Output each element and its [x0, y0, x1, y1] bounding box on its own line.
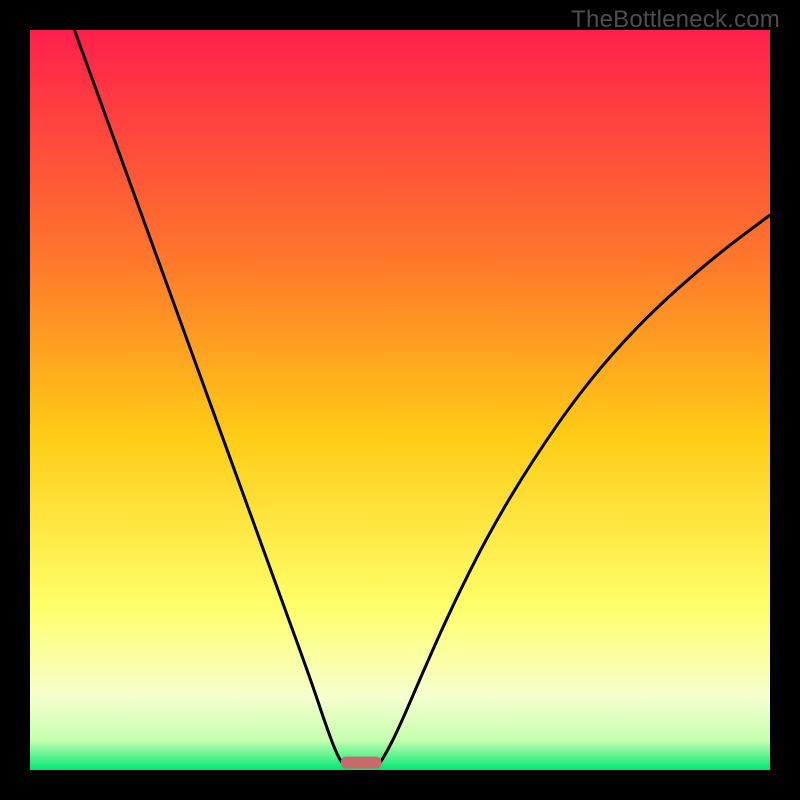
- chart-svg: [30, 30, 770, 770]
- plot-area: [30, 30, 770, 770]
- bottom-marker: [341, 757, 382, 769]
- gradient-background: [30, 30, 770, 770]
- chart-frame: TheBottleneck.com: [0, 0, 800, 800]
